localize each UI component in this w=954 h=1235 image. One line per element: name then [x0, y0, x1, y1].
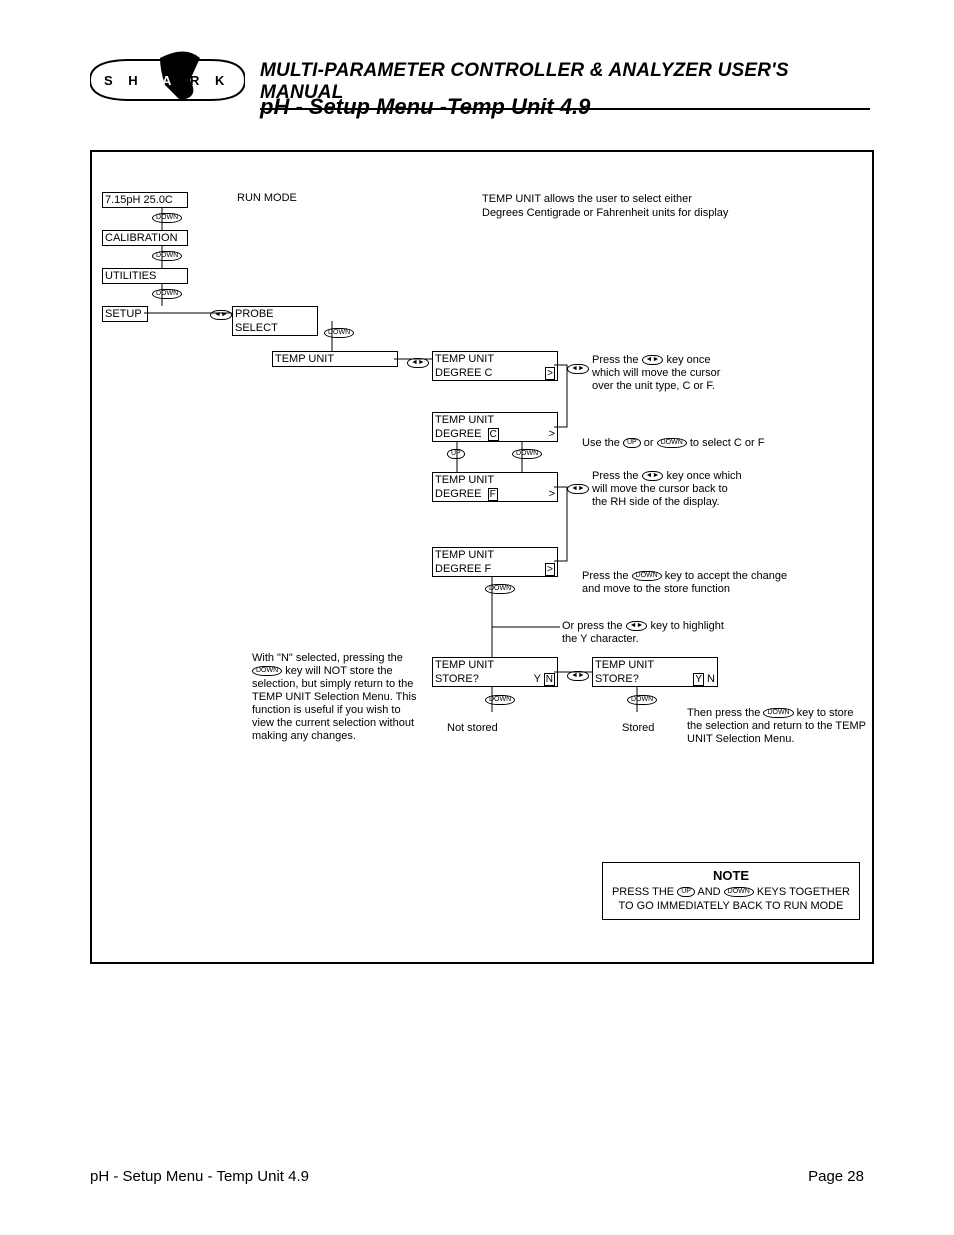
down-key-icon: DOWN — [512, 449, 542, 459]
footer-page: Page 28 — [808, 1168, 864, 1185]
note-n-selected: With "N" selected, pressing the DOWN key… — [252, 652, 422, 743]
diagram-frame: 7.15pH 25.0C CALIBRATION UTILITIES SETUP… — [90, 150, 874, 964]
lcd-line: STORE?Y N — [595, 672, 715, 686]
down-key-icon: DOWN — [152, 213, 182, 223]
down-key-icon: DOWN — [485, 695, 515, 705]
down-key-icon: DOWN — [485, 584, 515, 594]
left-right-key-icon: ◄► — [567, 671, 589, 681]
instruction-step5: Or press the ◄► key to highlight the Y c… — [562, 620, 742, 646]
svg-text:S H: S H — [104, 73, 144, 88]
down-key-icon: DOWN — [252, 666, 282, 676]
note-body: PRESS THE UP AND DOWN KEYS TOGETHER TO G… — [611, 885, 851, 913]
down-key-icon: DOWN — [152, 289, 182, 299]
note-title: NOTE — [611, 869, 851, 883]
menu-temp-unit: TEMP UNIT — [272, 351, 398, 367]
menu-utilities: UTILITIES — [102, 268, 188, 284]
down-key-icon: DOWN — [627, 695, 657, 705]
label-stored: Stored — [622, 722, 654, 734]
left-right-key-icon: ◄► — [210, 310, 232, 320]
down-key-icon: DOWN — [632, 571, 662, 581]
menu-setup: SETUP — [102, 306, 148, 322]
svg-text:R K: R K — [190, 73, 230, 88]
down-key-icon: DOWN — [657, 438, 687, 448]
lcd-line: TEMP UNIT — [435, 413, 555, 427]
lcd-line: TEMP UNIT — [595, 658, 715, 672]
lcd-temp-unit-f: TEMP UNIT DEGREE F> — [432, 547, 558, 577]
left-right-key-icon: ◄► — [626, 621, 648, 631]
left-right-key-icon: ◄► — [407, 358, 429, 368]
down-key-icon: DOWN — [152, 251, 182, 261]
lcd-line: STORE?Y N — [435, 672, 555, 686]
note-store-y: Then press the DOWN key to store the sel… — [687, 707, 867, 746]
left-right-key-icon: ◄► — [567, 484, 589, 494]
page-title: pH - Setup Menu -Temp Unit 4.9 — [260, 94, 590, 120]
svg-text:A: A — [162, 73, 172, 88]
lcd-line: DEGREE F> — [435, 487, 555, 501]
lcd-line: DEGREE C> — [435, 366, 555, 380]
lcd-line: TEMP UNIT — [435, 352, 555, 366]
page: S H A R K MULTI-PARAMETER CONTROLLER & A… — [0, 0, 954, 1235]
instruction-step4: Press the DOWN key to accept the change … — [582, 570, 792, 596]
run-mode-label: RUN MODE — [237, 192, 297, 204]
up-key-icon: UP — [677, 887, 695, 897]
left-right-key-icon: ◄► — [567, 364, 589, 374]
lcd-temp-unit-c-cursor: TEMP UNIT DEGREE C> — [432, 412, 558, 442]
instruction-step1: Press the ◄► key once which will move th… — [592, 354, 732, 393]
lcd-line: DEGREE C> — [435, 427, 555, 441]
menu-probe-select: PROBE SELECT — [232, 306, 318, 336]
brand-logo: S H A R K — [90, 50, 245, 110]
left-right-key-icon: ◄► — [642, 355, 664, 365]
up-key-icon: UP — [447, 449, 465, 459]
lcd-run-display: 7.15pH 25.0C — [102, 192, 188, 208]
footer-section: pH - Setup Menu - Temp Unit 4.9 — [90, 1168, 309, 1185]
lcd-temp-unit-c: TEMP UNIT DEGREE C> — [432, 351, 558, 381]
label-not-stored: Not stored — [447, 722, 498, 734]
lcd-line: DEGREE F> — [435, 562, 555, 576]
lcd-line: TEMP UNIT — [435, 548, 555, 562]
down-key-icon: DOWN — [324, 328, 354, 338]
note-box: NOTE PRESS THE UP AND DOWN KEYS TOGETHER… — [602, 862, 860, 920]
instruction-step2: Use the UP or DOWN to select C or F — [582, 437, 782, 449]
intro-text: TEMP UNIT allows the user to select eith… — [482, 192, 732, 220]
instruction-step3: Press the ◄► key once which will move th… — [592, 470, 742, 509]
lcd-temp-unit-f-cursor: TEMP UNIT DEGREE F> — [432, 472, 558, 502]
lcd-store-y: TEMP UNIT STORE?Y N — [592, 657, 718, 687]
lcd-line: TEMP UNIT — [435, 473, 555, 487]
up-key-icon: UP — [623, 438, 641, 448]
down-key-icon: DOWN — [763, 708, 793, 718]
lcd-store-n: TEMP UNIT STORE?Y N — [432, 657, 558, 687]
lcd-line: TEMP UNIT — [435, 658, 555, 672]
left-right-key-icon: ◄► — [642, 471, 664, 481]
menu-calibration: CALIBRATION — [102, 230, 188, 246]
down-key-icon: DOWN — [724, 887, 754, 897]
